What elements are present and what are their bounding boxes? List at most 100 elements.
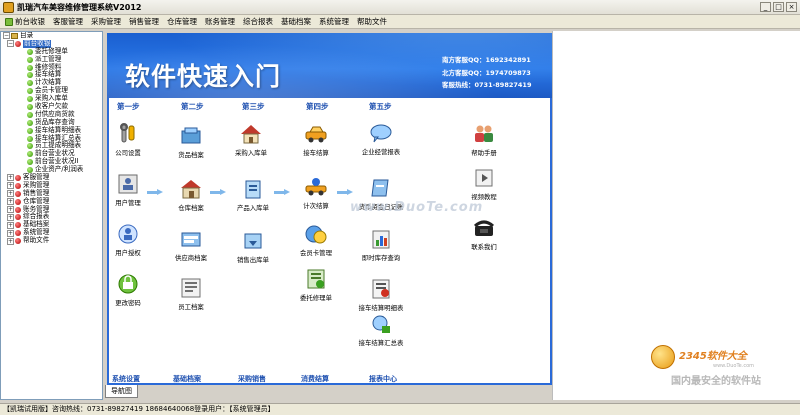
section-basic-archive: 基础档案 (173, 375, 201, 383)
help-manual-button[interactable]: 帮助手册 (455, 123, 513, 157)
supplier-archive-button[interactable]: 供应商档案 (162, 228, 220, 262)
contact-us-label: 联系我们 (471, 243, 497, 251)
user-manage-icon (116, 173, 140, 195)
folder-node-icon (15, 206, 21, 213)
user-auth-icon (116, 223, 140, 245)
settle-summary-button[interactable]: 接车结算汇总表 (352, 313, 410, 347)
close-button[interactable]: × (786, 2, 797, 12)
step-4-label: 第四步 (306, 102, 329, 111)
tree-node[interactable]: + 帮助文件 (1, 236, 102, 245)
goods-archive-label: 货品档案 (178, 151, 204, 159)
leaf-node-icon (27, 135, 33, 142)
wrench-icon (116, 123, 140, 145)
folder-node-icon (15, 238, 21, 245)
tree-node[interactable]: + 账务管理 (1, 205, 102, 214)
leaf-node-icon (27, 143, 33, 150)
goods-archive-icon (179, 125, 203, 147)
car-settle-button[interactable]: 接车结算 (287, 123, 345, 157)
navigation-tree[interactable]: − 目录 − 前台收银 委托修理单 派工管理 维修领料 接车结算 计次结算 会员卡管理 采购入库… (0, 31, 103, 400)
minimize-button[interactable]: _ (760, 2, 771, 12)
supplier-icon (179, 228, 203, 250)
expand-icon[interactable]: + (7, 221, 14, 229)
employee-archive-button[interactable]: 员工档案 (162, 277, 220, 311)
member-card-icon (304, 223, 328, 245)
menu-item-help[interactable]: 帮助文件 (353, 16, 391, 27)
logo-ball-icon (651, 345, 675, 369)
menu-item-front-cashier[interactable]: 前台收银 (2, 16, 49, 27)
corner-logo: 2345软件大全 www.DuoTe.com 国内最安全的软件站 (651, 345, 796, 393)
expand-icon[interactable]: + (7, 198, 14, 206)
expand-icon[interactable]: + (7, 182, 14, 190)
contact-us-button[interactable]: 联系我们 (455, 217, 513, 251)
expand-icon[interactable]: + (7, 213, 14, 221)
supplier-archive-label: 供应商档案 (175, 254, 207, 262)
section-system-setup: 系统设置 (112, 375, 140, 383)
expand-icon[interactable]: + (7, 237, 14, 245)
tree-leaf[interactable]: 企业资产/利润表 (1, 165, 102, 174)
purchase-in-button[interactable]: 采购入库单 (222, 123, 280, 157)
car-icon (304, 123, 328, 145)
leaf-node-icon (27, 111, 33, 118)
member-card-button[interactable]: 会员卡管理 (287, 223, 345, 257)
telephone-icon (472, 217, 496, 239)
tree-node[interactable]: + 综合报表 (1, 213, 102, 221)
tree-node[interactable]: + 客服管理 (1, 173, 102, 182)
collapse-icon[interactable]: − (3, 32, 10, 40)
leaf-node-icon (27, 80, 33, 87)
contact-north-qq: 北方客服QQ：1974709873 (442, 69, 531, 77)
expand-icon[interactable]: + (7, 174, 14, 182)
cashier-icon (5, 17, 13, 26)
folder-node-icon (15, 182, 21, 189)
count-settle-label: 计次结算 (303, 202, 329, 210)
company-setup-button[interactable]: 公司设置 (99, 123, 157, 157)
maximize-button[interactable]: □ (773, 2, 784, 12)
change-password-button[interactable]: 更改密码 (99, 273, 157, 307)
menu-item-system[interactable]: 系统管理 (315, 16, 353, 27)
leaf-node-icon (27, 151, 33, 158)
sales-out-button[interactable]: 销售出库单 (224, 230, 282, 264)
user-auth-button[interactable]: 用户授权 (99, 223, 157, 257)
leaf-node-icon (27, 88, 33, 95)
collapse-icon[interactable]: − (7, 40, 14, 48)
business-report-label: 企业经营报表 (361, 148, 401, 156)
expand-icon[interactable]: + (7, 229, 14, 237)
menu-item-accounts[interactable]: 账务管理 (201, 16, 239, 27)
menu-item-customer-service[interactable]: 客服管理 (49, 16, 87, 27)
business-report-button[interactable]: 企业经营报表 (352, 122, 410, 156)
password-icon (116, 273, 140, 295)
settle-summary-label: 接车结算汇总表 (358, 339, 404, 347)
stock-query-button[interactable]: 即时库存查询 (352, 228, 410, 262)
product-in-button[interactable]: 产品入库单 (224, 178, 282, 212)
expand-icon[interactable]: + (7, 190, 14, 198)
tree-node[interactable]: + 仓库管理 (1, 197, 102, 206)
tree-node[interactable]: + 销售管理 (1, 189, 102, 198)
change-password-label: 更改密码 (115, 299, 141, 307)
video-tutorial-button[interactable]: 视频教程 (455, 167, 513, 201)
settle-summary-icon (369, 313, 393, 335)
leaf-node-icon (27, 48, 33, 55)
tree-node[interactable]: + 系统管理 (1, 228, 102, 237)
car-settle-label: 接车结算 (303, 149, 329, 157)
menu-label: 前台收银 (15, 17, 45, 26)
repair-order-label: 委托修理单 (300, 294, 332, 302)
logo-slogan: 国内最安全的软件站 (671, 376, 761, 387)
tree-root[interactable]: − 目录 (1, 32, 102, 40)
tab-navigation-map[interactable]: 导航图 (105, 385, 138, 398)
leaf-node-icon (27, 159, 33, 166)
section-report-center: 报表中心 (369, 375, 397, 383)
menu-item-warehouse[interactable]: 仓库管理 (163, 16, 201, 27)
goods-archive-button[interactable]: 货品档案 (162, 125, 220, 159)
tree-node[interactable]: + 基础档案 (1, 220, 102, 229)
settle-detail-icon (369, 278, 393, 300)
menu-item-sales[interactable]: 销售管理 (125, 16, 163, 27)
menu-item-purchase[interactable]: 采购管理 (87, 16, 125, 27)
menu-item-basic-archive[interactable]: 基础档案 (277, 16, 315, 27)
expand-icon[interactable]: + (7, 206, 14, 214)
warehouse-archive-button[interactable]: 仓库档案 (162, 178, 220, 212)
tree-node[interactable]: + 采购管理 (1, 181, 102, 190)
settle-detail-button[interactable]: 接车结算明细表 (352, 278, 410, 312)
repair-order-button[interactable]: 委托修理单 (287, 268, 345, 302)
menu-item-reports[interactable]: 综合报表 (239, 16, 277, 27)
employee-archive-label: 员工档案 (178, 303, 204, 311)
sales-out-icon (241, 230, 265, 252)
